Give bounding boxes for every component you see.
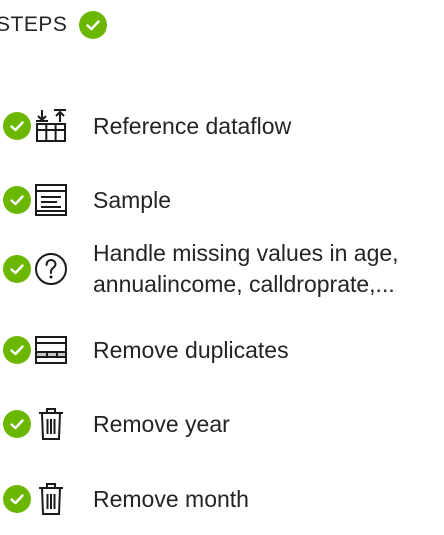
- step-success-icon: [3, 485, 31, 513]
- sample-icon: [33, 182, 69, 218]
- reference-dataflow-icon: [33, 108, 69, 144]
- step-label: Reference dataflow: [93, 112, 292, 139]
- step-label: Sample: [93, 186, 171, 213]
- steps-title: STEPS: [0, 13, 68, 36]
- trash-icon: [33, 406, 69, 442]
- step-label: Remove month: [93, 485, 249, 512]
- success-check-icon: [79, 11, 108, 39]
- step-remove-duplicates[interactable]: Remove duplicates: [3, 332, 289, 368]
- step-remove-year[interactable]: Remove year: [3, 406, 230, 442]
- remove-duplicates-icon: [33, 332, 69, 368]
- steps-header: STEPS: [0, 8, 108, 42]
- step-label: Remove year: [93, 410, 230, 437]
- step-success-icon: [3, 336, 31, 364]
- step-success-icon: [3, 410, 31, 438]
- question-circle-icon: [33, 251, 69, 287]
- step-reference-dataflow[interactable]: Reference dataflow: [3, 108, 291, 144]
- step-label-line-1: Handle missing values in age,: [93, 240, 399, 266]
- step-label: Remove duplicates: [93, 336, 289, 363]
- step-success-icon: [3, 186, 31, 214]
- step-sample[interactable]: Sample: [3, 182, 171, 218]
- step-remove-month[interactable]: Remove month: [3, 481, 249, 517]
- step-success-icon: [3, 112, 31, 140]
- step-handle-missing-values[interactable]: Handle missing values in age, annualinco…: [3, 238, 399, 300]
- step-label-line-2: annualincome, calldroprate,...: [93, 271, 395, 297]
- step-success-icon: [3, 255, 31, 283]
- trash-icon: [33, 481, 69, 517]
- step-label: Handle missing values in age, annualinco…: [93, 238, 399, 300]
